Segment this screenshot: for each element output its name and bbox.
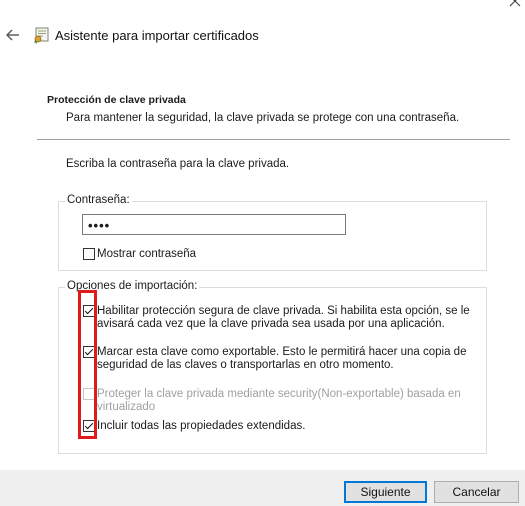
exportable-key-label: Marcar esta clave como exportable. Esto … — [97, 346, 467, 371]
window-title: Asistente para importar certificados — [55, 28, 259, 43]
secure-protection-label: Habilitar protección segura de clave pri… — [97, 305, 470, 330]
password-group-label: Contraseña: — [65, 194, 132, 206]
virtualization-security-label: Proteger la clave privada mediante secur… — [97, 388, 461, 413]
section-title: Protección de clave privada — [47, 94, 186, 106]
certificate-icon — [34, 27, 49, 44]
show-password-checkbox[interactable] — [83, 248, 95, 260]
cancel-button[interactable]: Cancelar — [434, 481, 519, 503]
back-arrow-icon[interactable] — [5, 27, 21, 43]
section-description: Para mantener la seguridad, la clave pri… — [66, 112, 460, 124]
next-button[interactable]: Siguiente — [344, 481, 427, 503]
close-icon[interactable] — [508, 0, 522, 8]
extended-properties-label: Incluir todas las propiedades extendidas… — [97, 420, 306, 432]
password-input[interactable]: •••• — [82, 214, 346, 235]
highlight-annotation — [78, 290, 97, 439]
header-divider — [37, 139, 510, 140]
show-password-label: Mostrar contraseña — [97, 248, 197, 260]
footer-bar: Siguiente Cancelar — [0, 470, 525, 506]
instruction-text: Escriba la contraseña para la clave priv… — [66, 158, 290, 170]
